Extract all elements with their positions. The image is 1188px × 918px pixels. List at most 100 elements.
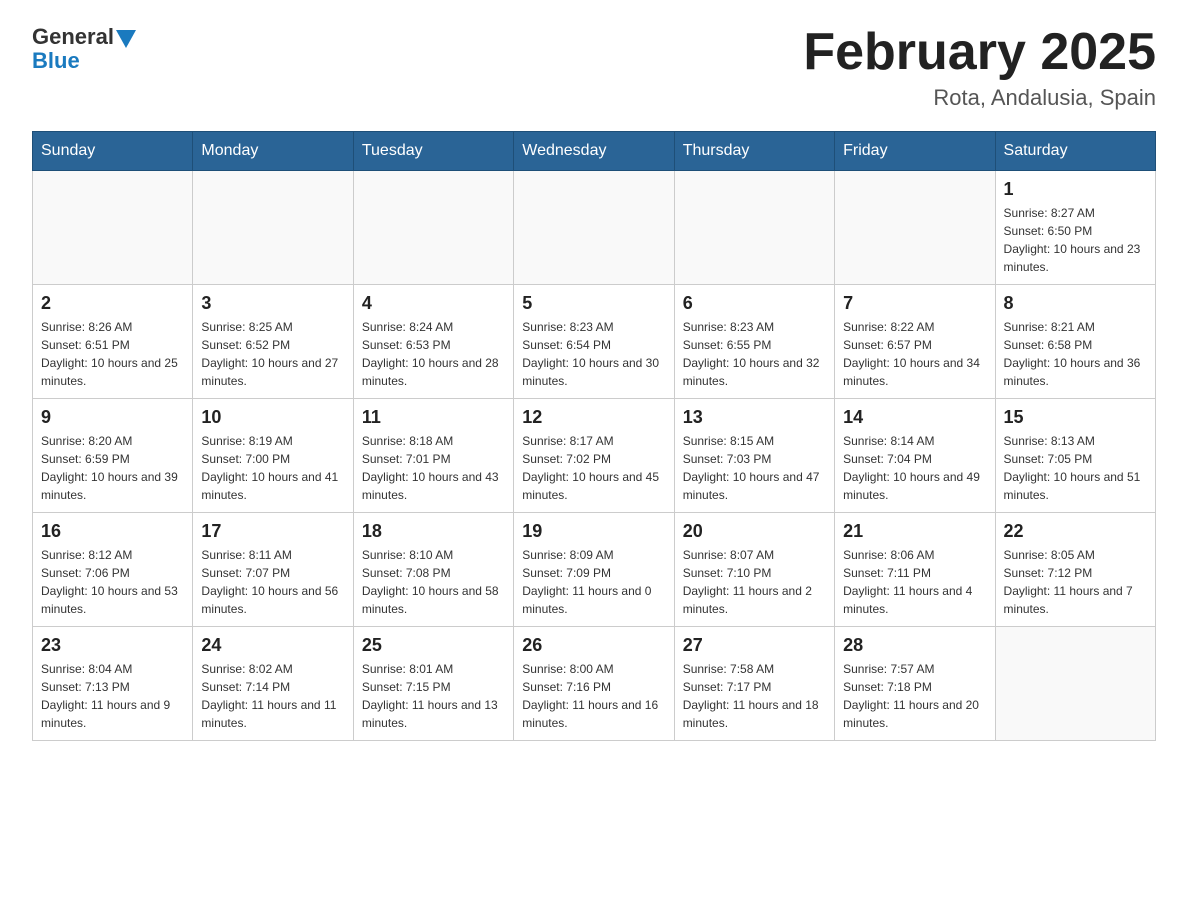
day-number: 22 (1004, 521, 1147, 542)
day-number: 3 (201, 293, 344, 314)
day-info: Sunrise: 8:23 AM Sunset: 6:55 PM Dayligh… (683, 318, 826, 390)
day-of-week-header: Monday (193, 132, 353, 171)
calendar-cell: 27 Sunrise: 7:58 AM Sunset: 7:17 PM Dayli… (674, 627, 834, 741)
calendar-cell (193, 171, 353, 285)
day-number: 26 (522, 635, 665, 656)
calendar-cell: 20Sunrise: 8:07 AM Sunset: 7:10 PM Dayli… (674, 513, 834, 627)
day-info: Sunrise: 8:06 AM Sunset: 7:11 PM Dayligh… (843, 546, 986, 618)
day-number: 6 (683, 293, 826, 314)
day-number: 12 (522, 407, 665, 428)
day-of-week-header: Wednesday (514, 132, 674, 171)
day-info: Sunrise: 8:19 AM Sunset: 7:00 PM Dayligh… (201, 432, 344, 504)
day-number: 5 (522, 293, 665, 314)
page-header: General Blue February 2025 Rota, Andalus… (32, 24, 1156, 111)
day-of-week-header: Tuesday (353, 132, 513, 171)
day-info: Sunrise: 8:21 AM Sunset: 6:58 PM Dayligh… (1004, 318, 1147, 390)
day-info: Sunrise: 8:00 AM Sunset: 7:16 PM Dayligh… (522, 660, 665, 732)
calendar-cell (674, 171, 834, 285)
day-number: 11 (362, 407, 505, 428)
day-info: Sunrise: 8:12 AM Sunset: 7:06 PM Dayligh… (41, 546, 184, 618)
day-info: Sunrise: 7:58 AM Sunset: 7:17 PM Dayligh… (683, 660, 826, 732)
day-info: Sunrise: 8:25 AM Sunset: 6:52 PM Dayligh… (201, 318, 344, 390)
calendar-cell: 1 Sunrise: 8:27 AM Sunset: 6:50 PM Daylig… (995, 171, 1155, 285)
day-number: 1 (1004, 179, 1147, 200)
day-info: Sunrise: 8:09 AM Sunset: 7:09 PM Dayligh… (522, 546, 665, 618)
day-info: Sunrise: 8:22 AM Sunset: 6:57 PM Dayligh… (843, 318, 986, 390)
day-info: Sunrise: 8:14 AM Sunset: 7:04 PM Dayligh… (843, 432, 986, 504)
day-number: 7 (843, 293, 986, 314)
week-row: 9Sunrise: 8:20 AM Sunset: 6:59 PM Daylig… (33, 399, 1156, 513)
calendar-cell: 21 Sunrise: 8:06 AM Sunset: 7:11 PM Dayli… (835, 513, 995, 627)
calendar-cell: 17 Sunrise: 8:11 AM Sunset: 7:07 PM Dayli… (193, 513, 353, 627)
day-number: 18 (362, 521, 505, 542)
day-info: Sunrise: 8:04 AM Sunset: 7:13 PM Dayligh… (41, 660, 184, 732)
location-text: Rota, Andalusia, Spain (803, 85, 1156, 111)
logo-arrow-icon (116, 30, 136, 48)
day-of-week-header: Sunday (33, 132, 193, 171)
calendar-cell: 23 Sunrise: 8:04 AM Sunset: 7:13 PM Dayli… (33, 627, 193, 741)
calendar-cell: 28 Sunrise: 7:57 AM Sunset: 7:18 PM Dayli… (835, 627, 995, 741)
day-info: Sunrise: 8:11 AM Sunset: 7:07 PM Dayligh… (201, 546, 344, 618)
day-number: 15 (1004, 407, 1147, 428)
calendar-cell (835, 171, 995, 285)
calendar-cell: 24 Sunrise: 8:02 AM Sunset: 7:14 PM Dayli… (193, 627, 353, 741)
calendar-cell: 7 Sunrise: 8:22 AM Sunset: 6:57 PM Daylig… (835, 285, 995, 399)
day-info: Sunrise: 8:10 AM Sunset: 7:08 PM Dayligh… (362, 546, 505, 618)
day-number: 16 (41, 521, 184, 542)
day-number: 27 (683, 635, 826, 656)
day-info: Sunrise: 8:02 AM Sunset: 7:14 PM Dayligh… (201, 660, 344, 732)
day-info: Sunrise: 8:13 AM Sunset: 7:05 PM Dayligh… (1004, 432, 1147, 504)
calendar-cell: 19 Sunrise: 8:09 AM Sunset: 7:09 PM Dayli… (514, 513, 674, 627)
calendar-cell: 13 Sunrise: 8:15 AM Sunset: 7:03 PM Dayli… (674, 399, 834, 513)
calendar-cell: 22 Sunrise: 8:05 AM Sunset: 7:12 PM Dayli… (995, 513, 1155, 627)
day-number: 2 (41, 293, 184, 314)
calendar-cell: 11 Sunrise: 8:18 AM Sunset: 7:01 PM Dayli… (353, 399, 513, 513)
day-info: Sunrise: 8:27 AM Sunset: 6:50 PM Dayligh… (1004, 204, 1147, 276)
calendar-cell: 10Sunrise: 8:19 AM Sunset: 7:00 PM Dayli… (193, 399, 353, 513)
calendar-cell: 18 Sunrise: 8:10 AM Sunset: 7:08 PM Dayli… (353, 513, 513, 627)
day-number: 23 (41, 635, 184, 656)
calendar-cell: 12 Sunrise: 8:17 AM Sunset: 7:02 PM Dayli… (514, 399, 674, 513)
day-number: 24 (201, 635, 344, 656)
day-number: 13 (683, 407, 826, 428)
calendar-table: SundayMondayTuesdayWednesdayThursdayFrid… (32, 131, 1156, 741)
calendar-cell (353, 171, 513, 285)
week-row: 16 Sunrise: 8:12 AM Sunset: 7:06 PM Dayli… (33, 513, 1156, 627)
day-info: Sunrise: 8:01 AM Sunset: 7:15 PM Dayligh… (362, 660, 505, 732)
day-number: 17 (201, 521, 344, 542)
week-row: 23 Sunrise: 8:04 AM Sunset: 7:13 PM Dayli… (33, 627, 1156, 741)
title-area: February 2025 Rota, Andalusia, Spain (803, 24, 1156, 111)
week-row: 2Sunrise: 8:26 AM Sunset: 6:51 PM Daylig… (33, 285, 1156, 399)
day-info: Sunrise: 7:57 AM Sunset: 7:18 PM Dayligh… (843, 660, 986, 732)
calendar-cell: 4Sunrise: 8:24 AM Sunset: 6:53 PM Daylig… (353, 285, 513, 399)
calendar-cell: 26 Sunrise: 8:00 AM Sunset: 7:16 PM Dayli… (514, 627, 674, 741)
calendar-cell (33, 171, 193, 285)
day-info: Sunrise: 8:15 AM Sunset: 7:03 PM Dayligh… (683, 432, 826, 504)
calendar-cell: 9Sunrise: 8:20 AM Sunset: 6:59 PM Daylig… (33, 399, 193, 513)
calendar-cell (514, 171, 674, 285)
days-of-week-row: SundayMondayTuesdayWednesdayThursdayFrid… (33, 132, 1156, 171)
calendar-cell (995, 627, 1155, 741)
week-row: 1 Sunrise: 8:27 AM Sunset: 6:50 PM Daylig… (33, 171, 1156, 285)
day-info: Sunrise: 8:17 AM Sunset: 7:02 PM Dayligh… (522, 432, 665, 504)
day-of-week-header: Thursday (674, 132, 834, 171)
calendar-header: SundayMondayTuesdayWednesdayThursdayFrid… (33, 132, 1156, 171)
calendar-cell: 6 Sunrise: 8:23 AM Sunset: 6:55 PM Daylig… (674, 285, 834, 399)
day-number: 21 (843, 521, 986, 542)
logo-general-text: General (32, 24, 114, 50)
day-info: Sunrise: 8:07 AM Sunset: 7:10 PM Dayligh… (683, 546, 826, 618)
day-of-week-header: Friday (835, 132, 995, 171)
calendar-cell: 2Sunrise: 8:26 AM Sunset: 6:51 PM Daylig… (33, 285, 193, 399)
day-number: 28 (843, 635, 986, 656)
logo: General Blue (32, 24, 136, 74)
day-info: Sunrise: 8:18 AM Sunset: 7:01 PM Dayligh… (362, 432, 505, 504)
day-number: 19 (522, 521, 665, 542)
day-info: Sunrise: 8:23 AM Sunset: 6:54 PM Dayligh… (522, 318, 665, 390)
calendar-cell: 25Sunrise: 8:01 AM Sunset: 7:15 PM Dayli… (353, 627, 513, 741)
day-info: Sunrise: 8:24 AM Sunset: 6:53 PM Dayligh… (362, 318, 505, 390)
day-of-week-header: Saturday (995, 132, 1155, 171)
calendar-cell: 5 Sunrise: 8:23 AM Sunset: 6:54 PM Daylig… (514, 285, 674, 399)
day-info: Sunrise: 8:20 AM Sunset: 6:59 PM Dayligh… (41, 432, 184, 504)
month-title: February 2025 (803, 24, 1156, 81)
day-info: Sunrise: 8:05 AM Sunset: 7:12 PM Dayligh… (1004, 546, 1147, 618)
